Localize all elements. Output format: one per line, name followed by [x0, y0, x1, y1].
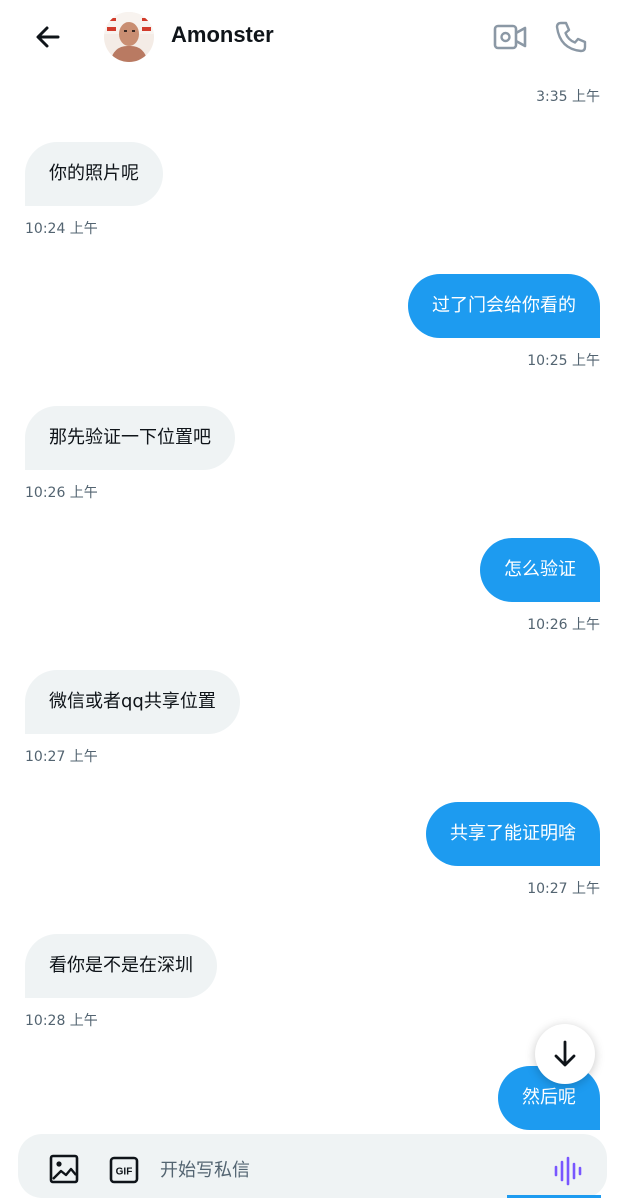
voice-call-button[interactable]: [553, 19, 589, 55]
message-timestamp: 3:35 上午: [536, 89, 600, 105]
scroll-to-bottom-button[interactable]: [535, 1024, 595, 1084]
message-timestamp: 10:28 上午: [25, 1013, 98, 1029]
message-timestamp: 10:27 上午: [527, 881, 600, 897]
outgoing-message-bubble[interactable]: 过了门会给你看的: [408, 274, 600, 338]
add-image-button[interactable]: [48, 1153, 80, 1185]
add-gif-button[interactable]: GIF: [108, 1154, 140, 1186]
video-call-button[interactable]: [492, 20, 528, 54]
contact-name[interactable]: Amonster: [171, 22, 274, 48]
avatar[interactable]: [104, 12, 154, 62]
message-timestamp: 10:25 上午: [527, 353, 600, 369]
arrow-left-icon: [36, 26, 60, 48]
incoming-message-bubble[interactable]: 看你是不是在深圳: [25, 934, 217, 998]
video-camera-icon: [493, 24, 527, 50]
incoming-message-bubble[interactable]: 你的照片呢: [25, 142, 163, 206]
image-icon: [49, 1154, 79, 1184]
message-timestamp: 10:26 上午: [25, 485, 98, 501]
voice-waveform-icon: [554, 1156, 582, 1186]
message-timestamp: 10:27 上午: [25, 749, 98, 765]
message-input[interactable]: [160, 1150, 530, 1190]
incoming-message-bubble[interactable]: 那先验证一下位置吧: [25, 406, 235, 470]
avatar-image: [104, 12, 154, 62]
phone-icon: [555, 21, 587, 53]
gif-icon: GIF: [109, 1156, 139, 1184]
incoming-message-bubble[interactable]: 微信或者qq共享位置: [25, 670, 240, 734]
message-timestamp: 10:24 上午: [25, 221, 98, 237]
back-button[interactable]: [28, 18, 68, 58]
outgoing-message-bubble[interactable]: 怎么验证: [480, 538, 600, 602]
chat-header: Amonster: [0, 0, 625, 76]
outgoing-message-bubble[interactable]: 共享了能证明啥: [426, 802, 600, 866]
arrow-down-icon: [554, 1040, 576, 1067]
message-timestamp: 10:26 上午: [527, 617, 600, 633]
gif-label: GIF: [116, 1167, 133, 1178]
voice-message-button[interactable]: [548, 1152, 586, 1190]
composer-focus-underline: [507, 1195, 601, 1198]
